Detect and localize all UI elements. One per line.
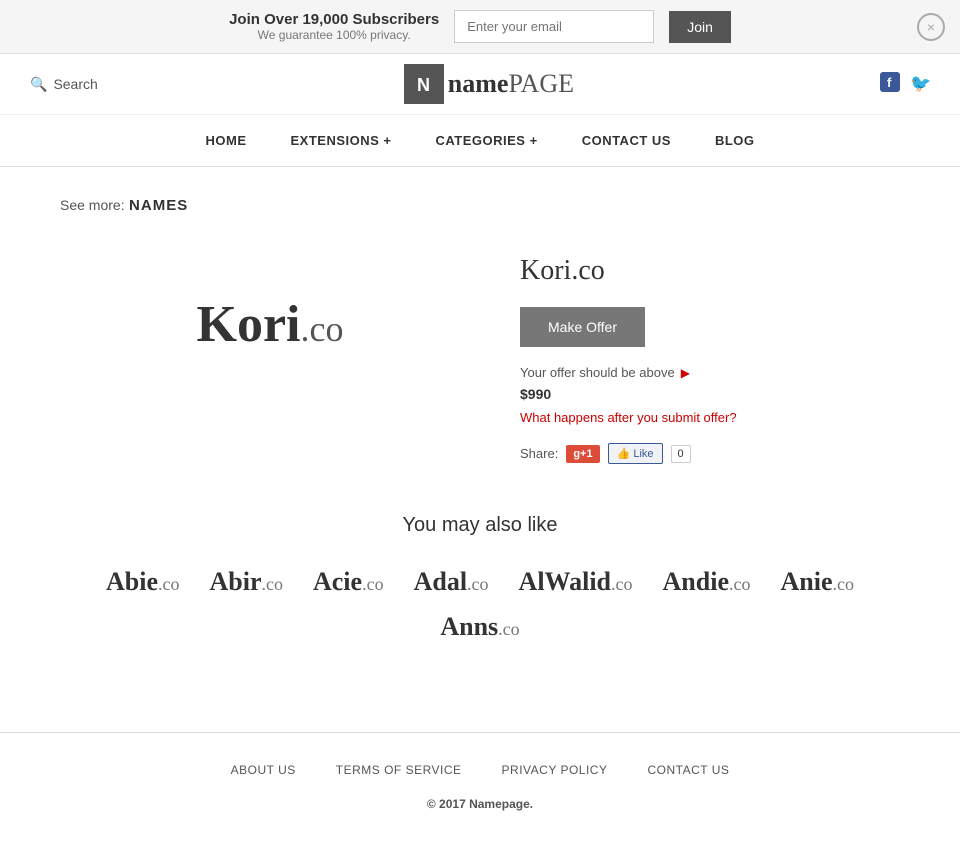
similar-section: You may also like Abie.co Abir.co Acie.c… [60,514,900,642]
footer-links: ABOUT US TERMS OF SERVICE PRIVACY POLICY… [20,763,940,777]
offer-arrow-icon: ▶ [681,366,690,380]
nav-home[interactable]: HOME [183,115,268,166]
logo-icon: N [404,64,444,104]
similar-names-row2: Anns.co [60,612,900,642]
footer-privacy[interactable]: PRIVACY POLICY [502,763,608,777]
svg-text:🐦: 🐦 [910,74,930,92]
see-more-label: See more: [60,197,125,213]
similar-name-2[interactable]: Acie.co [313,567,384,597]
domain-info: Kori.co Make Offer Your offer should be … [520,235,900,464]
close-button[interactable]: × [917,13,945,41]
banner-subtitle: We guarantee 100% privacy. [229,28,439,42]
svg-text:N: N [417,75,430,95]
copyright-year: © 2017 [427,797,466,811]
similar-tld-0: .co [158,574,180,594]
fb-like-count: 0 [671,445,691,463]
offer-text: Your offer should be above [520,365,675,380]
similar-tld-2: .co [362,574,384,594]
twitter-icon[interactable]: 🐦 [910,72,930,97]
domain-logo: Kori.co [197,295,344,354]
domain-logo-name: Kori [197,296,301,353]
similar-name-6[interactable]: Anie.co [781,567,855,597]
logo-suffix: PAGE [508,69,574,98]
breadcrumb: See more: NAMES [60,197,900,215]
domain-logo-area: Kori.co [60,235,480,414]
similar-tld-6: .co [833,574,855,594]
similar-name-7[interactable]: Anns.co [440,612,519,641]
logo-text: namePAGE [448,69,574,99]
social-icons: f 🐦 [880,72,930,97]
main-nav: HOME EXTENSIONS + CATEGORIES + CONTACT U… [0,115,960,167]
top-banner: Join Over 19,000 Subscribers We guarante… [0,0,960,54]
similar-name-text-5: Andie [663,567,729,596]
similar-title: You may also like [60,514,900,537]
similar-name-text-2: Acie [313,567,362,596]
google-plus-button[interactable]: g+1 [566,445,599,463]
banner-text: Join Over 19,000 Subscribers We guarante… [229,11,439,42]
nav-contact[interactable]: CONTACT US [560,115,693,166]
header: 🔍 Search N namePAGE f 🐦 [0,54,960,115]
join-button[interactable]: Join [669,11,731,43]
similar-name-text-4: AlWalid [519,567,611,596]
similar-tld-3: .co [467,574,489,594]
what-happens-link[interactable]: What happens after you submit offer? [520,410,900,425]
search-label: Search [53,76,97,92]
share-label: Share: [520,446,558,461]
content-area: Kori.co Kori.co Make Offer Your offer sh… [60,235,900,464]
similar-tld-1: .co [261,574,283,594]
search-area[interactable]: 🔍 Search [30,76,98,93]
facebook-icon[interactable]: f [880,72,900,97]
footer-brand: Namepage. [469,797,533,811]
footer-about[interactable]: ABOUT US [231,763,296,777]
footer-contact[interactable]: CONTACT US [647,763,729,777]
similar-name-4[interactable]: AlWalid.co [519,567,633,597]
footer-terms[interactable]: TERMS OF SERVICE [336,763,462,777]
nav-categories[interactable]: CATEGORIES + [413,115,559,166]
fb-like-label: 👍 Like [617,447,654,460]
copyright: © 2017 Namepage. [20,797,940,811]
svg-text:f: f [887,75,892,90]
logo[interactable]: N namePAGE [404,64,574,104]
similar-name-0[interactable]: Abie.co [106,567,180,597]
similar-name-1[interactable]: Abir.co [209,567,283,597]
facebook-like-button[interactable]: 👍 Like [608,443,663,464]
main-content: See more: NAMES Kori.co Kori.co Make Off… [0,167,960,672]
similar-tld-7: .co [498,619,520,639]
domain-title: Kori.co [520,255,900,287]
similar-tld-4: .co [611,574,633,594]
similar-name-3[interactable]: Adal.co [414,567,489,597]
search-icon: 🔍 [30,76,47,93]
logo-name: name [448,69,509,98]
similar-name-text-1: Abir [209,567,261,596]
similar-name-text-6: Anie [781,567,833,596]
similar-names-list: Abie.co Abir.co Acie.co Adal.co AlWalid.… [60,567,900,597]
offer-price: $990 [520,386,900,402]
email-input[interactable] [454,10,654,43]
logo-svg: N [413,73,435,95]
names-link[interactable]: NAMES [129,197,188,214]
similar-tld-5: .co [729,574,751,594]
similar-name-text-3: Adal [414,567,467,596]
domain-logo-tld: .co [301,309,344,349]
share-area: Share: g+1 👍 Like 0 [520,443,900,464]
make-offer-button[interactable]: Make Offer [520,307,645,347]
similar-name-text-7: Anns [440,612,498,641]
footer: ABOUT US TERMS OF SERVICE PRIVACY POLICY… [0,732,960,841]
nav-extensions[interactable]: EXTENSIONS + [268,115,413,166]
banner-title: Join Over 19,000 Subscribers [229,11,439,28]
offer-info: Your offer should be above ▶ [520,365,900,380]
nav-blog[interactable]: BLOG [693,115,777,166]
similar-name-text-0: Abie [106,567,158,596]
similar-name-5[interactable]: Andie.co [663,567,751,597]
